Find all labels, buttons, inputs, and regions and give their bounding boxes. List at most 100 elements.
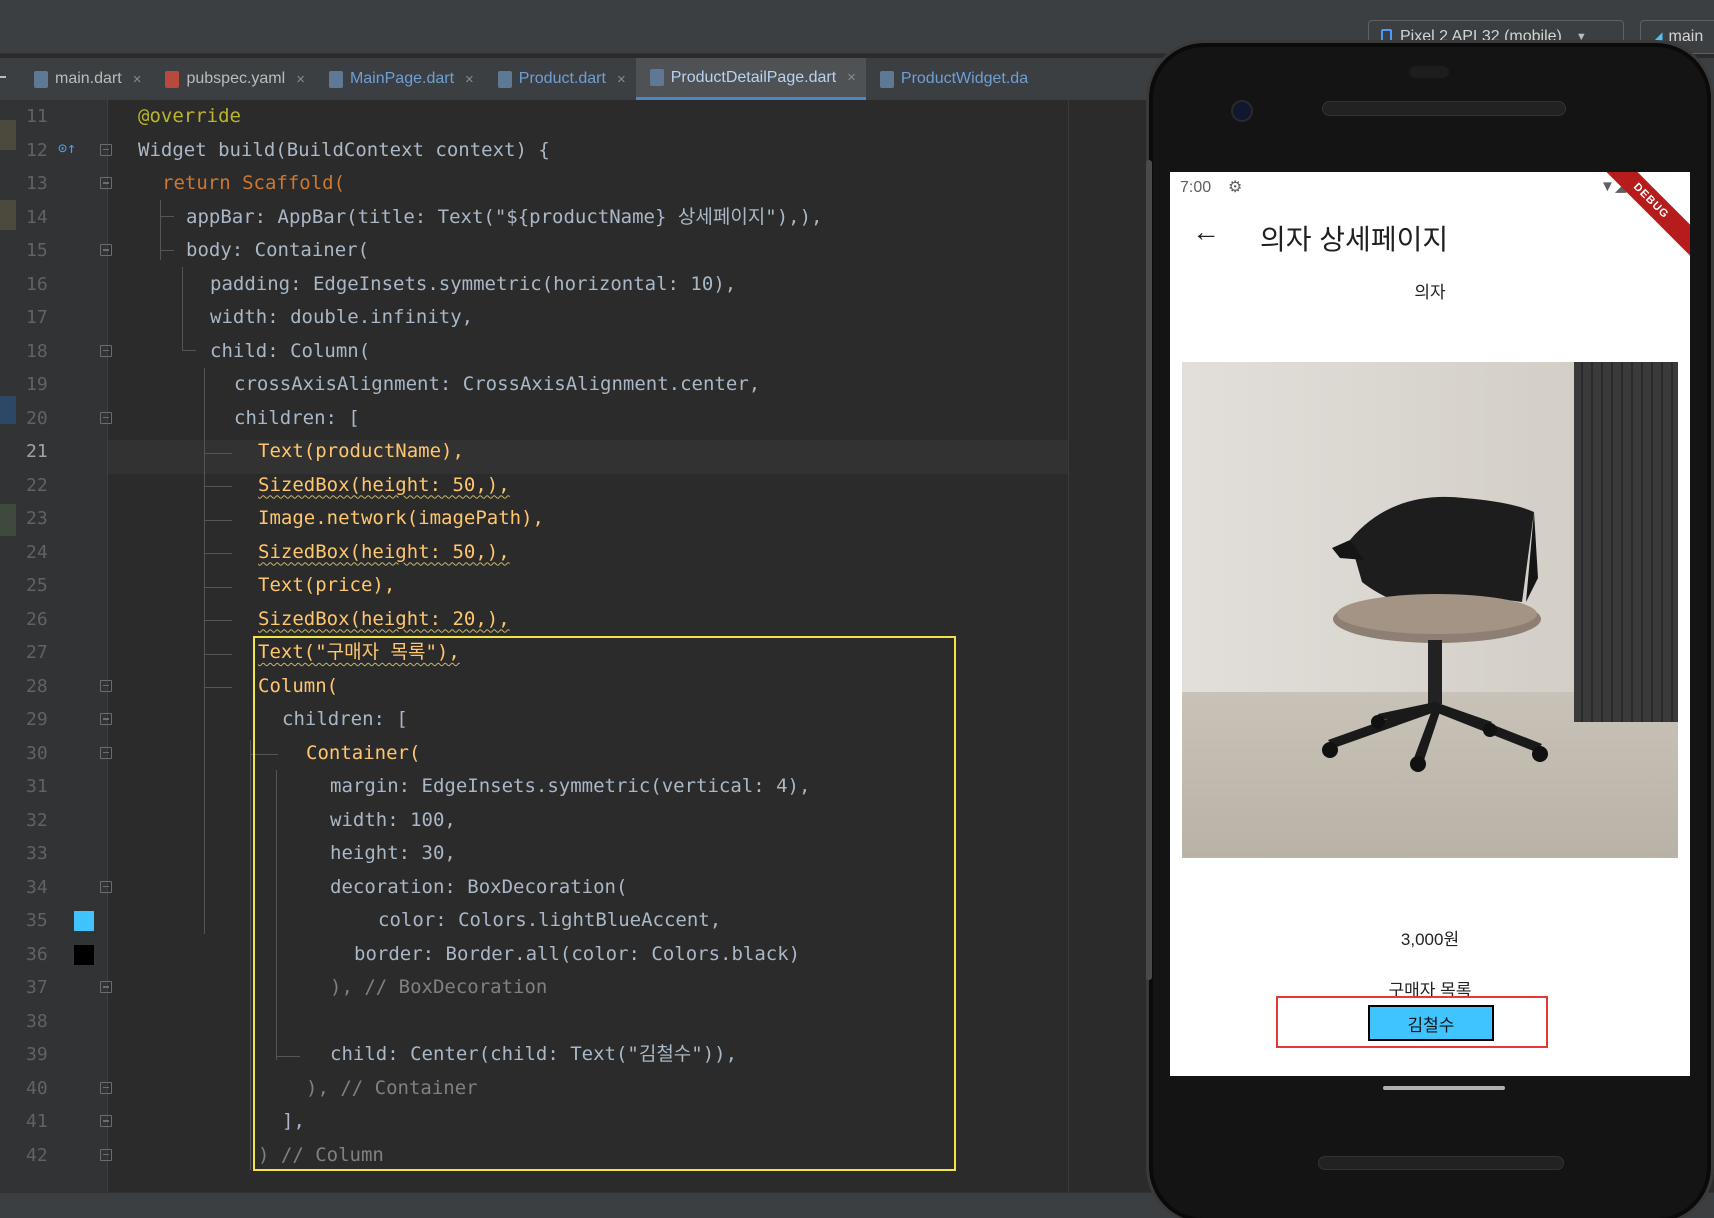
gesture-nav-bar[interactable]: [1383, 1086, 1505, 1090]
code-text: color: Colors.lightBlueAccent,: [378, 909, 722, 931]
code-text: SizedBox(height: 20,),: [258, 607, 510, 630]
code-text: Column(: [258, 674, 339, 697]
tab-pubspec-yaml[interactable]: pubspec.yaml ×: [151, 58, 314, 100]
gutter-line: 24: [16, 536, 108, 570]
close-icon[interactable]: ×: [133, 71, 142, 88]
gutter-line: 25: [16, 569, 108, 603]
line-number-gutter: 11 12 ⊙↑ 13 14 15 16 17 18 19 20 21 22 23…: [16, 100, 112, 1192]
code-text: ) // Column: [258, 1143, 384, 1166]
code-line-14: appBar: AppBar(title: Text("${productNam…: [186, 201, 822, 235]
close-icon[interactable]: ×: [465, 71, 474, 88]
override-marker-icon[interactable]: ⊙↑: [58, 139, 76, 157]
code-line-13: return Scaffold(: [162, 167, 345, 201]
annotation-red-box: [1276, 996, 1548, 1048]
code-line-15: body: Container(: [186, 234, 369, 268]
indent-guide: [250, 754, 278, 755]
dart-file-icon: [34, 70, 48, 88]
gutter-line-current: 21: [16, 435, 108, 469]
indent-guide: [182, 350, 196, 351]
line-number: 16: [26, 273, 48, 295]
gutter-line: 41: [16, 1105, 112, 1139]
code-line-32: width: 100,: [330, 804, 456, 838]
line-number: 38: [26, 1010, 48, 1032]
code-line-36: border: Border.all(color: Colors.black): [354, 938, 800, 972]
color-swatch-light-blue[interactable]: [74, 911, 94, 931]
gutter-line: 37: [16, 971, 112, 1005]
gutter-line: 14: [16, 201, 108, 235]
tab-product-dart[interactable]: Product.dart ×: [484, 58, 636, 100]
code-line-19: crossAxisAlignment: CrossAxisAlignment.c…: [234, 368, 760, 402]
code-line-12: Widget build(BuildContext context) {: [138, 134, 550, 168]
code-text: appBar: AppBar(title: Text("${productNam…: [186, 205, 823, 228]
line-number: 11: [26, 106, 48, 127]
tab-productwidget-dart[interactable]: ProductWidget.da: [866, 58, 1038, 100]
line-number: 27: [26, 642, 48, 663]
indent-guide: [204, 486, 232, 487]
code-text: width: 100,: [330, 808, 456, 831]
gutter-line: 11: [16, 100, 108, 134]
close-icon[interactable]: ×: [617, 71, 626, 88]
code-text: crossAxisAlignment: CrossAxisAlignment.c…: [234, 373, 761, 395]
line-number: 33: [26, 843, 48, 864]
phone-edge-highlight: [1146, 160, 1152, 980]
status-time: 7:00: [1180, 179, 1212, 196]
gutter-line: 32: [16, 804, 108, 838]
gutter-line: 17: [16, 301, 108, 335]
gutter-line: 16: [16, 268, 108, 302]
line-number: 15: [26, 240, 48, 261]
code-line-23: Image.network(imagePath),: [258, 502, 544, 536]
indent-guide: [160, 250, 174, 251]
code-text: padding: EdgeInsets.symmetric(horizontal…: [210, 272, 737, 295]
close-icon[interactable]: ×: [847, 69, 856, 86]
gutter-line: 15: [16, 234, 112, 268]
color-swatch-black[interactable]: [74, 944, 94, 965]
code-line-20: children: [: [234, 402, 360, 436]
code-text: child: Center(child: Text("김철수")),: [330, 1043, 738, 1065]
gutter-line: 34: [16, 871, 112, 905]
code-line-42: ) // Column: [258, 1139, 384, 1173]
gutter-line: 42: [16, 1139, 112, 1173]
tab-label: MainPage.dart: [349, 70, 455, 87]
gutter-line: 35: [16, 904, 108, 938]
change-marker: [0, 200, 16, 230]
chair-photo: [1182, 362, 1678, 858]
tab-label: main.dart: [55, 70, 122, 87]
code-text: width: double.infinity,: [210, 306, 474, 328]
code-line-40: ), // Container: [306, 1072, 478, 1106]
tab-overflow-marker: [0, 76, 6, 78]
code-text: height: 30,: [330, 842, 456, 864]
code-line-28: Column(: [258, 670, 338, 704]
gutter-line: 40: [16, 1072, 112, 1106]
line-number: 41: [26, 1111, 48, 1132]
line-number: 29: [26, 709, 48, 730]
dart-file-icon: [328, 70, 343, 88]
dart-file-icon: [497, 70, 512, 88]
code-line-18: child: Column(: [210, 335, 370, 369]
gutter-line: 18: [16, 335, 112, 369]
gutter-line: 28: [16, 670, 112, 704]
change-marker: [0, 396, 16, 424]
code-area[interactable]: @override Widget build(BuildContext cont…: [108, 100, 1068, 1192]
code-line-41: ],: [282, 1105, 305, 1139]
back-arrow-icon[interactable]: ←: [1192, 216, 1220, 248]
earpiece-speaker: [1322, 101, 1566, 116]
tab-mainpage-dart[interactable]: MainPage.dart ×: [315, 58, 484, 100]
right-margin-guide: [1068, 100, 1069, 1192]
line-number: 39: [26, 1044, 48, 1065]
line-number: 40: [26, 1077, 48, 1099]
line-number: 42: [26, 1144, 48, 1166]
code-text: ), // BoxDecoration: [330, 976, 548, 998]
phone-sensor: [1409, 66, 1449, 78]
indent-guide: [204, 520, 232, 521]
gutter-line: 13: [16, 167, 112, 201]
phone-screen[interactable]: 7:00 ⚙ ▼◢▮ DEBUG ← 의자 상세페이지 의자 3,000원 구매…: [1170, 172, 1690, 1076]
indent-guide: [204, 620, 232, 621]
line-number: 31: [26, 776, 48, 797]
tab-productdetailpage-dart[interactable]: ProductDetailPage.dart ×: [635, 58, 866, 100]
line-number: 19: [26, 374, 48, 395]
tab-main-dart[interactable]: main.dart ×: [0, 58, 151, 100]
code-line-11: @override: [138, 100, 241, 134]
close-icon[interactable]: ×: [296, 71, 305, 88]
gutter-line: 31: [16, 770, 108, 804]
indent-guide: [204, 654, 232, 655]
